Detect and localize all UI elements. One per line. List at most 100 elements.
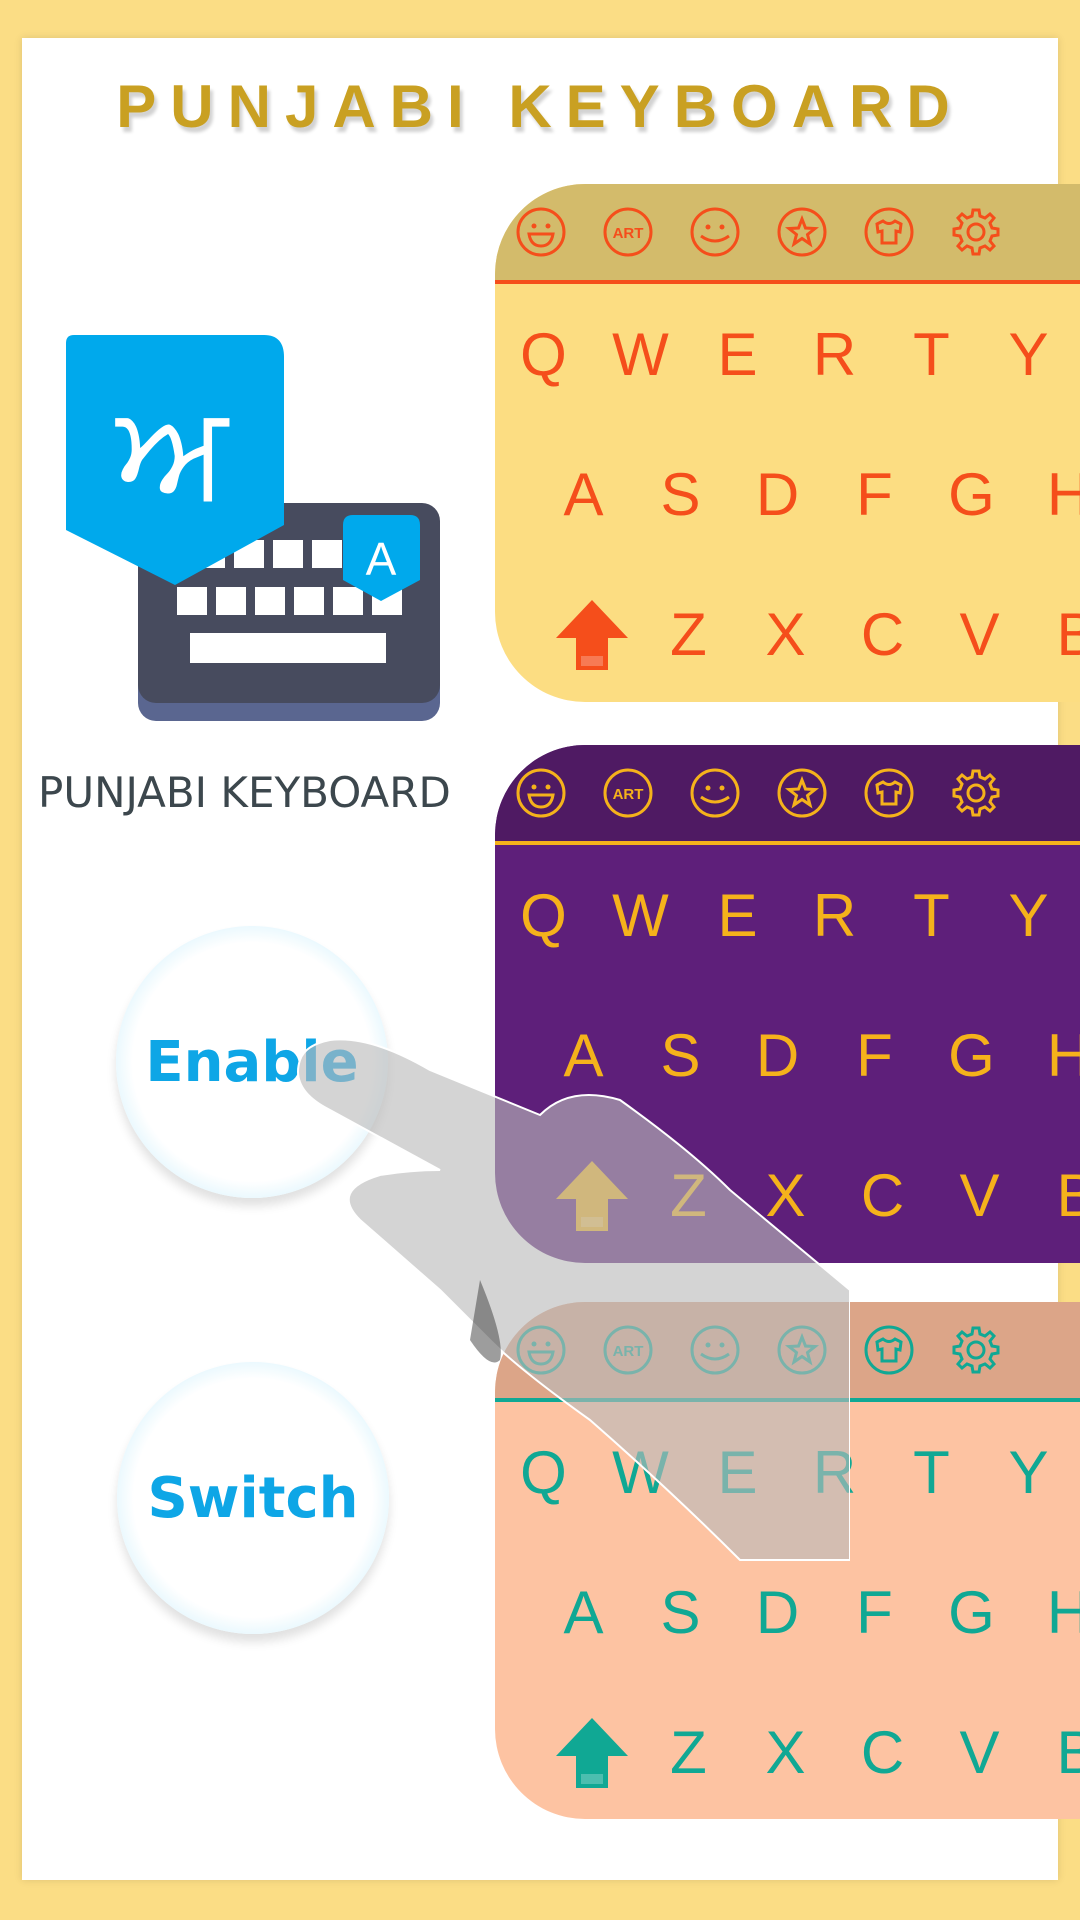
key-a[interactable]: A xyxy=(535,1021,632,1090)
key-s[interactable]: S xyxy=(632,460,729,529)
key-c[interactable]: C xyxy=(834,1161,931,1230)
key-d[interactable]: D xyxy=(729,1021,826,1090)
gear-icon[interactable] xyxy=(950,767,1002,819)
enable-button[interactable]: Enable xyxy=(116,926,388,1198)
enable-button-label: Enable xyxy=(145,1029,359,1095)
key-g[interactable]: G xyxy=(923,1021,1020,1090)
key-v[interactable]: V xyxy=(931,1718,1028,1787)
shift-key-icon xyxy=(555,1718,628,1788)
keyboard-preview-purple: ART Q W E R T Y A S D F G H Z X C V B xyxy=(495,745,1080,1263)
key-row: ASDFGH xyxy=(495,424,1080,564)
key-z[interactable]: Z xyxy=(640,1161,737,1230)
key-row: ZXCVB xyxy=(495,1125,1080,1263)
tshirt-theme-icon[interactable] xyxy=(863,767,915,819)
key-q[interactable]: Q xyxy=(495,881,592,950)
punjabi-glyph: ਅ xyxy=(115,374,230,526)
key-v[interactable]: V xyxy=(931,600,1028,669)
key-f[interactable]: F xyxy=(826,1578,923,1647)
key-y[interactable]: Y xyxy=(980,1438,1077,1507)
key-row: ZXCVB xyxy=(495,564,1080,702)
key-g[interactable]: G xyxy=(923,460,1020,529)
svg-text:ART: ART xyxy=(613,786,644,803)
keyboard-preview-yellow: ART Q W E R T Y A S D F G H Z X C V B xyxy=(495,184,1080,702)
key-y[interactable]: Y xyxy=(980,320,1077,389)
keyboard-toolbar: ART xyxy=(495,745,1080,841)
star-icon[interactable] xyxy=(776,206,828,258)
gear-icon[interactable] xyxy=(950,206,1002,258)
key-h[interactable]: H xyxy=(1020,1021,1080,1090)
key-h[interactable]: H xyxy=(1020,460,1080,529)
smiley-icon[interactable] xyxy=(689,767,741,819)
switch-button[interactable]: Switch xyxy=(117,1362,389,1634)
key-b[interactable]: B xyxy=(1028,1718,1080,1787)
shift-key[interactable] xyxy=(543,1716,640,1788)
key-q[interactable]: Q xyxy=(495,320,592,389)
key-row: ASDFGH xyxy=(495,985,1080,1125)
gear-icon[interactable] xyxy=(950,1324,1002,1376)
key-e[interactable]: E xyxy=(689,320,786,389)
laughing-emoji-icon[interactable] xyxy=(515,1324,567,1376)
key-b[interactable]: B xyxy=(1028,1161,1080,1230)
key-g[interactable]: G xyxy=(923,1578,1020,1647)
key-v[interactable]: V xyxy=(931,1161,1028,1230)
key-e[interactable]: E xyxy=(689,881,786,950)
key-x[interactable]: X xyxy=(737,1161,834,1230)
tshirt-theme-icon[interactable] xyxy=(863,1324,915,1376)
key-row: QWERTY xyxy=(495,1402,1080,1542)
key-a[interactable]: A xyxy=(535,1578,632,1647)
shift-key-icon xyxy=(555,1161,628,1231)
key-a[interactable]: A xyxy=(535,460,632,529)
smiley-icon[interactable] xyxy=(689,206,741,258)
svg-text:ART: ART xyxy=(613,225,644,242)
key-row: QWERTY xyxy=(495,284,1080,424)
key-q[interactable]: Q xyxy=(495,1438,592,1507)
key-row: ASDFGH xyxy=(495,1542,1080,1682)
key-t[interactable]: T xyxy=(883,881,980,950)
shift-key[interactable] xyxy=(543,598,640,670)
key-w[interactable]: W xyxy=(592,1438,689,1507)
keyboard-toolbar: ART xyxy=(495,184,1080,280)
key-x[interactable]: X xyxy=(737,1718,834,1787)
svg-text:ART: ART xyxy=(613,1343,644,1360)
key-t[interactable]: T xyxy=(883,1438,980,1507)
shift-key[interactable] xyxy=(543,1159,640,1231)
key-s[interactable]: S xyxy=(632,1578,729,1647)
key-f[interactable]: F xyxy=(826,460,923,529)
key-z[interactable]: Z xyxy=(640,600,737,669)
art-icon[interactable]: ART xyxy=(602,767,654,819)
svg-text:A: A xyxy=(366,533,397,585)
app-name-label: PUNJABI KEYBOARD xyxy=(38,768,451,817)
key-row: ZXCVB xyxy=(495,1682,1080,1819)
laughing-emoji-icon[interactable] xyxy=(515,767,567,819)
art-icon[interactable]: ART xyxy=(602,206,654,258)
key-r[interactable]: R xyxy=(786,320,883,389)
page-title: PUNJABI KEYBOARD xyxy=(116,73,964,140)
switch-button-label: Switch xyxy=(147,1465,359,1531)
key-x[interactable]: X xyxy=(737,600,834,669)
key-y[interactable]: Y xyxy=(980,881,1077,950)
key-c[interactable]: C xyxy=(834,600,931,669)
key-r[interactable]: R xyxy=(786,1438,883,1507)
key-r[interactable]: R xyxy=(786,881,883,950)
art-icon[interactable]: ART xyxy=(602,1324,654,1376)
tshirt-theme-icon[interactable] xyxy=(863,206,915,258)
laughing-emoji-icon[interactable] xyxy=(515,206,567,258)
key-w[interactable]: W xyxy=(592,881,689,950)
key-t[interactable]: T xyxy=(883,320,980,389)
key-h[interactable]: H xyxy=(1020,1578,1080,1647)
key-e[interactable]: E xyxy=(689,1438,786,1507)
smiley-icon[interactable] xyxy=(689,1324,741,1376)
key-f[interactable]: F xyxy=(826,1021,923,1090)
keyboard-preview-peach: ART Q W E R T Y A S D F G H Z X C V B xyxy=(495,1302,1080,1819)
key-d[interactable]: D xyxy=(729,460,826,529)
key-b[interactable]: B xyxy=(1028,600,1080,669)
star-icon[interactable] xyxy=(776,767,828,819)
key-z[interactable]: Z xyxy=(640,1718,737,1787)
star-icon[interactable] xyxy=(776,1324,828,1376)
key-w[interactable]: W xyxy=(592,320,689,389)
key-d[interactable]: D xyxy=(729,1578,826,1647)
key-c[interactable]: C xyxy=(834,1718,931,1787)
key-s[interactable]: S xyxy=(632,1021,729,1090)
app-logo: ਅ A xyxy=(60,335,450,735)
shift-key-icon xyxy=(555,600,628,670)
